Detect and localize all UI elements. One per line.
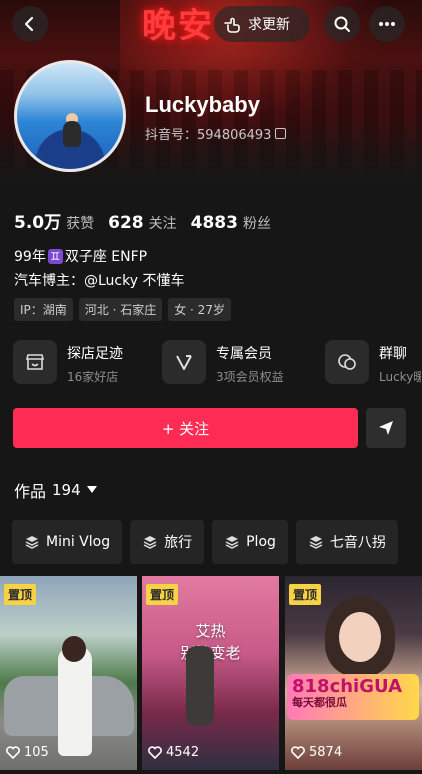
promo-banner: 818chiGUA 每天都很瓜	[287, 674, 419, 720]
avatar-person	[63, 121, 81, 147]
works-count: 194	[52, 481, 81, 499]
service-store-visits[interactable]: 探店足迹 16家好店	[13, 340, 123, 385]
stat-followers[interactable]: 4883 粉丝	[191, 213, 271, 233]
stat-likes[interactable]: 5.0万 获赞	[14, 208, 94, 233]
promo-title: 818chiGUA	[292, 676, 402, 697]
gemini-icon: ♊	[47, 248, 63, 264]
heart-icon	[291, 746, 305, 759]
profile-stats: 5.0万 获赞 628 关注 4883 粉丝	[14, 208, 285, 233]
layers-icon	[309, 536, 323, 549]
video-overlay-line1: 艾热	[195, 622, 226, 640]
store-icon	[13, 340, 57, 384]
layers-icon	[143, 536, 157, 549]
layers-icon	[225, 536, 239, 549]
singer-shape	[186, 646, 214, 726]
filter-qiyinbaguai[interactable]: 七音八拐	[295, 520, 398, 564]
more-button[interactable]	[369, 6, 405, 42]
service-store-title: 探店足迹	[67, 346, 123, 362]
heart-icon	[6, 746, 20, 759]
collection-filters: Mini Vlog 旅行 Plog 七音八拐	[12, 520, 398, 564]
pinned-badge: 置顶	[4, 584, 37, 605]
back-button[interactable]	[12, 6, 48, 42]
promo-subtitle: 每天都很瓜	[292, 695, 347, 709]
service-membership-title: 专属会员	[216, 346, 272, 362]
search-button[interactable]	[324, 6, 360, 42]
video-tile-2[interactable]: 艾热 别怕变老 置顶 4542	[142, 576, 279, 770]
filter-mini-vlog-label: Mini Vlog	[46, 534, 111, 550]
v-membership-icon	[162, 340, 206, 384]
service-group-chat[interactable]: 群聊 Lucky暖	[325, 340, 421, 385]
video-tile-1[interactable]: 置顶 105	[0, 576, 137, 770]
video-likes: 105	[6, 745, 49, 760]
layers-icon	[25, 536, 39, 549]
person-head-shape	[62, 636, 86, 662]
profile-tags: IP：湖南 河北 · 石家庄 女 · 27岁	[14, 298, 231, 321]
tag-location: 河北 · 石家庄	[78, 298, 163, 321]
copy-icon[interactable]	[275, 128, 287, 139]
filter-travel[interactable]: 旅行	[130, 520, 205, 564]
video-likes-count: 5874	[309, 745, 343, 760]
pinned-badge: 置顶	[289, 584, 322, 605]
stat-following[interactable]: 628 关注	[108, 213, 177, 233]
pinned-badge: 置顶	[146, 584, 179, 605]
back-arrow-icon	[24, 16, 34, 32]
service-membership[interactable]: 专属会员 3项会员权益	[162, 340, 284, 385]
portrait-face-shape	[339, 612, 381, 662]
heart-icon	[148, 746, 162, 759]
service-group-subtitle: Lucky暖	[379, 370, 421, 384]
share-button[interactable]	[366, 408, 406, 448]
person-shape	[58, 646, 92, 756]
avatar[interactable]	[14, 60, 126, 172]
bio-line-1: 99年 ♊ 双子座 ENFP	[14, 246, 147, 266]
service-group-title: 群聊	[379, 346, 407, 362]
filter-plog[interactable]: Plog	[212, 520, 288, 564]
banner-neon-text: 晚安	[142, 6, 214, 46]
video-likes-count: 105	[24, 745, 49, 760]
stat-likes-value: 5.0万	[14, 213, 62, 233]
filter-mini-vlog[interactable]: Mini Vlog	[12, 520, 123, 564]
profile-name: Luckybaby	[145, 92, 260, 117]
stat-followers-label: 粉丝	[242, 216, 271, 232]
works-label: 作品	[14, 482, 47, 501]
hand-point-icon	[224, 17, 240, 33]
works-dropdown[interactable]: 作品 194	[14, 478, 97, 502]
request-update-label: 求更新	[248, 17, 290, 33]
service-store-subtitle: 16家好店	[67, 370, 119, 384]
filter-qiyinbaguai-label: 七音八拐	[329, 535, 386, 551]
service-membership-subtitle: 3项会员权益	[216, 370, 284, 384]
tag-gender-age: 女 · 27岁	[168, 298, 231, 321]
stat-followers-value: 4883	[190, 213, 238, 233]
video-likes-count: 4542	[166, 745, 200, 760]
bio-age: 99年	[14, 249, 46, 265]
stat-likes-label: 获赞	[66, 216, 95, 232]
bio-zodiac: 双子座 ENFP	[64, 249, 148, 265]
stat-following-label: 关注	[148, 216, 177, 232]
video-tile-3[interactable]: 818chiGUA 每天都很瓜 置顶 5874	[285, 576, 422, 770]
send-icon	[379, 421, 393, 435]
stat-following-value: 628	[108, 213, 144, 233]
video-likes: 4542	[148, 745, 199, 760]
video-likes: 5874	[291, 745, 342, 760]
caret-down-icon	[86, 486, 97, 493]
douyin-id[interactable]: 抖音号：594806493	[145, 124, 287, 143]
filter-plog-label: Plog	[246, 534, 276, 550]
filter-travel-label: 旅行	[164, 535, 193, 551]
douyin-id-text: 抖音号：594806493	[145, 128, 272, 143]
search-icon	[334, 16, 350, 32]
request-update-button[interactable]: 求更新	[214, 6, 310, 42]
more-dots-icon	[379, 22, 395, 26]
follow-button[interactable]: + 关注	[13, 408, 358, 448]
tag-ip: IP：湖南	[14, 298, 73, 321]
group-chat-icon	[325, 340, 369, 384]
bio-line-2[interactable]: 汽车博主：@Lucky 不懂车	[14, 270, 184, 290]
